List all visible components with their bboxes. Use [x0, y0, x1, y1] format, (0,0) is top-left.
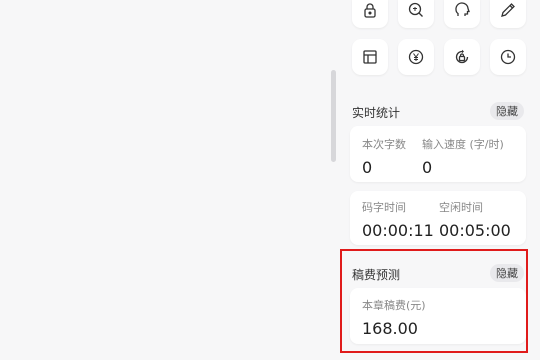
realtime-stats-title: 实时统计 [352, 106, 401, 120]
tool-row-1 [352, 0, 526, 28]
chapter-fee-stat: 本章稿费(元) 168.00 [362, 297, 426, 338]
side-panel: 实时统计 隐藏 本次字数 0 输入速度 (字/时) 0 码字时间 00:00:1… [338, 0, 540, 360]
idle-time-stat: 空闲时间 00:05:00 [439, 199, 511, 240]
chapter-fee-label: 本章稿费(元) [362, 299, 426, 312]
search-word-button[interactable] [398, 0, 434, 28]
input-speed-label: 输入速度 (字/时) [422, 138, 504, 151]
realtime-hide-button[interactable]: 隐藏 [490, 102, 524, 120]
clock-icon [500, 49, 516, 65]
tool-row-2 [352, 39, 526, 75]
word-count-stat: 本次字数 0 [362, 136, 406, 177]
typing-time-label: 码字时间 [362, 201, 406, 214]
idle-time-label: 空闲时间 [439, 201, 483, 214]
table-icon [363, 50, 377, 64]
input-speed-stat: 输入速度 (字/时) 0 [422, 136, 504, 177]
head-button[interactable] [444, 0, 480, 28]
editor-area[interactable] [0, 0, 332, 360]
typing-time-value: 00:00:11 [362, 221, 434, 240]
chapter-fee-value: 168.00 [362, 319, 418, 338]
pen-button[interactable] [490, 0, 526, 28]
lock-refresh-icon [455, 49, 469, 64]
word-count-label: 本次字数 [362, 138, 406, 151]
fee-prediction-title: 稿费预测 [352, 268, 401, 282]
table-button[interactable] [352, 39, 388, 75]
app-window: 实时统计 隐藏 本次字数 0 输入速度 (字/时) 0 码字时间 00:00:1… [0, 0, 540, 360]
search-word-icon [408, 2, 423, 17]
idle-time-value: 00:05:00 [439, 221, 511, 240]
lock-button[interactable] [352, 0, 388, 28]
fee-card: 本章稿费(元) 168.00 [350, 288, 526, 344]
lock-icon [364, 3, 376, 18]
input-speed-value: 0 [422, 158, 433, 177]
yen-icon [408, 49, 424, 65]
head-icon [455, 2, 470, 16]
realtime-card-times: 码字时间 00:00:11 空闲时间 00:05:00 [350, 191, 526, 245]
typing-time-stat: 码字时间 00:00:11 [362, 199, 434, 240]
word-count-value: 0 [362, 158, 373, 177]
yen-button[interactable] [398, 39, 434, 75]
lock-refresh-button[interactable] [444, 39, 480, 75]
realtime-card-counts: 本次字数 0 输入速度 (字/时) 0 [350, 126, 526, 182]
editor-scrollbar[interactable] [331, 70, 336, 162]
fee-hide-button[interactable]: 隐藏 [490, 264, 524, 282]
clock-button[interactable] [490, 39, 526, 75]
pen-icon [501, 3, 515, 17]
